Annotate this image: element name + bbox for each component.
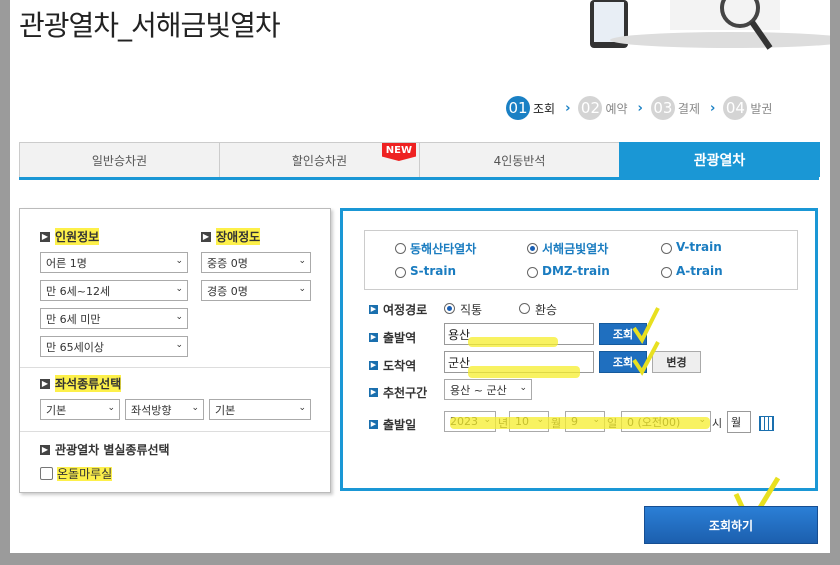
radio-donghae-santa[interactable] [395, 243, 406, 254]
chevron-down-icon: ⌄ [519, 383, 527, 393]
train-label: 동해산타열차 [410, 242, 477, 256]
radio-a-train[interactable] [661, 267, 672, 278]
step-label: 예약 [605, 101, 628, 116]
route-label: ▶ 여정경로 [369, 303, 428, 317]
child-count-select[interactable]: 만 6세~12세 ⌄ [40, 280, 188, 301]
step-number: 04 [723, 96, 748, 120]
chevron-right-icon: › [565, 100, 571, 116]
step-label: 결제 [677, 101, 700, 116]
step-label: 조회 [533, 101, 556, 116]
direct-label: 직통 [460, 303, 483, 317]
adult-count-select[interactable]: 어른 1명 ⌄ [40, 252, 188, 273]
highlight-mark [468, 366, 580, 378]
radio-dmz-train[interactable] [527, 267, 538, 278]
chevron-down-icon: ⌄ [175, 312, 183, 322]
step-number: 03 [650, 96, 675, 120]
recommended-route-label: ▶ 추천구간 [369, 386, 428, 400]
ondol-label: 온돌마루실 [57, 467, 113, 481]
check-mark-icon [632, 341, 660, 376]
weekday-display: 월 [727, 411, 751, 433]
step-label: 발권 [750, 101, 773, 116]
tab-general-ticket[interactable]: 일반승차권 [19, 142, 220, 177]
highlight-mark [468, 337, 558, 347]
train-label: S-train [410, 264, 457, 278]
tab-label: 관광열차 [693, 153, 746, 169]
train-type-selector: 동해산타열차 서해금빛열차 V-train S-train DMZ-train … [364, 230, 798, 290]
passenger-info-title: ▶ 인원정보 [40, 228, 100, 245]
seat-position-select[interactable]: 기본 ⌄ [209, 399, 311, 420]
progress-steps: 01 조회 › 02 예약 › 03 결제 › 04 발권 [506, 96, 780, 120]
chevron-down-icon: ⌄ [298, 256, 306, 266]
square-bullet-icon: ▶ [369, 333, 378, 342]
step-search: 01 조회 › [506, 96, 570, 120]
square-bullet-icon: ▶ [369, 388, 378, 397]
divider [20, 431, 330, 432]
new-badge: NEW [381, 143, 416, 161]
tab-discount-ticket[interactable]: 할인승차권 NEW [219, 142, 420, 177]
chevron-down-icon: ⌄ [298, 284, 306, 294]
arrival-label: ▶ 도착역 [369, 359, 417, 373]
radio-v-train[interactable] [661, 243, 672, 254]
seat-direction-select[interactable]: 좌석방향 ⌄ [125, 399, 204, 420]
square-bullet-icon: ▶ [369, 420, 378, 429]
square-bullet-icon: ▶ [40, 378, 50, 389]
radio-seohae-geumbit[interactable] [527, 243, 538, 254]
square-bullet-icon: ▶ [201, 231, 211, 242]
square-bullet-icon: ▶ [40, 444, 50, 455]
severe-disability-select[interactable]: 중증 0명 ⌄ [201, 252, 311, 273]
special-seat-title: ▶ 관광열차 별실종류선택 [40, 443, 170, 457]
hour-unit: 시 [712, 417, 723, 430]
calendar-icon[interactable] [759, 416, 774, 431]
step-payment: 03 결제 › [650, 96, 716, 120]
radio-s-train[interactable] [395, 267, 406, 278]
ondol-checkbox[interactable] [40, 467, 53, 480]
booking-page: 관광열차_서해금빛열차 01 조회 › 02 예약 › 03 결제 › 04 발… [10, 0, 830, 553]
square-bullet-icon: ▶ [369, 305, 378, 314]
infant-count-select[interactable]: 만 6세 미만 ⌄ [40, 308, 188, 329]
train-label: V-train [676, 240, 722, 254]
chevron-down-icon: ⌄ [191, 403, 199, 413]
departure-date-label: ▶ 출발일 [369, 418, 417, 432]
passenger-options-panel: ▶ 인원정보 ▶ 장애정도 어른 1명 ⌄ 만 6세~12세 ⌄ 만 6세 미만 ⌄ 만 … [19, 208, 331, 493]
chevron-right-icon: › [637, 100, 643, 116]
journey-search-panel: 동해산타열차 서해금빛열차 V-train S-train DMZ-train … [340, 208, 818, 491]
tab-tourist-train[interactable]: 관광열차 [619, 142, 820, 177]
chevron-down-icon: ⌄ [107, 403, 115, 413]
divider [20, 367, 330, 368]
header-decoration-illustration [590, 0, 830, 50]
chevron-down-icon: ⌄ [175, 284, 183, 294]
radio-direct-route[interactable] [444, 303, 455, 314]
search-submit-button[interactable]: 조회하기 [644, 506, 818, 544]
chevron-down-icon: ⌄ [175, 340, 183, 350]
train-label: 서해금빛열차 [542, 242, 609, 256]
train-label: DMZ-train [542, 264, 610, 278]
radio-transfer-route[interactable] [519, 303, 530, 314]
step-number: 01 [506, 96, 530, 120]
departure-label: ▶ 출발역 [369, 331, 417, 345]
ticket-type-tabs: 일반승차권 할인승차권 NEW 4인동반석 관광열차 [19, 142, 820, 180]
page-title: 관광열차_서해금빛열차 [19, 9, 281, 42]
step-reserve: 02 예약 › [578, 96, 643, 120]
tab-label: 4인동반석 [493, 153, 546, 168]
transfer-label: 환승 [535, 303, 558, 317]
square-bullet-icon: ▶ [369, 361, 378, 370]
tab-family-seat[interactable]: 4인동반석 [419, 142, 620, 177]
tab-label: 일반승차권 [91, 153, 148, 168]
step-ticketing: 04 발권 [723, 96, 772, 120]
step-number: 02 [578, 96, 603, 120]
chevron-down-icon: ⌄ [175, 256, 183, 266]
square-bullet-icon: ▶ [40, 231, 50, 242]
seat-type-select[interactable]: 기본 ⌄ [40, 399, 120, 420]
highlight-mark [450, 417, 710, 429]
recommended-route-select[interactable]: 용산 ~ 군산 ⌄ [444, 379, 532, 400]
disability-title: ▶ 장애정도 [201, 228, 261, 245]
train-label: A-train [676, 264, 723, 278]
tab-label: 할인승차권 [291, 153, 348, 168]
chevron-right-icon: › [710, 100, 716, 116]
mild-disability-select[interactable]: 경증 0명 ⌄ [201, 280, 311, 301]
seat-type-title: ▶ 좌석종류선택 [40, 375, 122, 392]
senior-count-select[interactable]: 만 65세이상 ⌄ [40, 336, 188, 357]
chevron-down-icon: ⌄ [298, 403, 306, 413]
